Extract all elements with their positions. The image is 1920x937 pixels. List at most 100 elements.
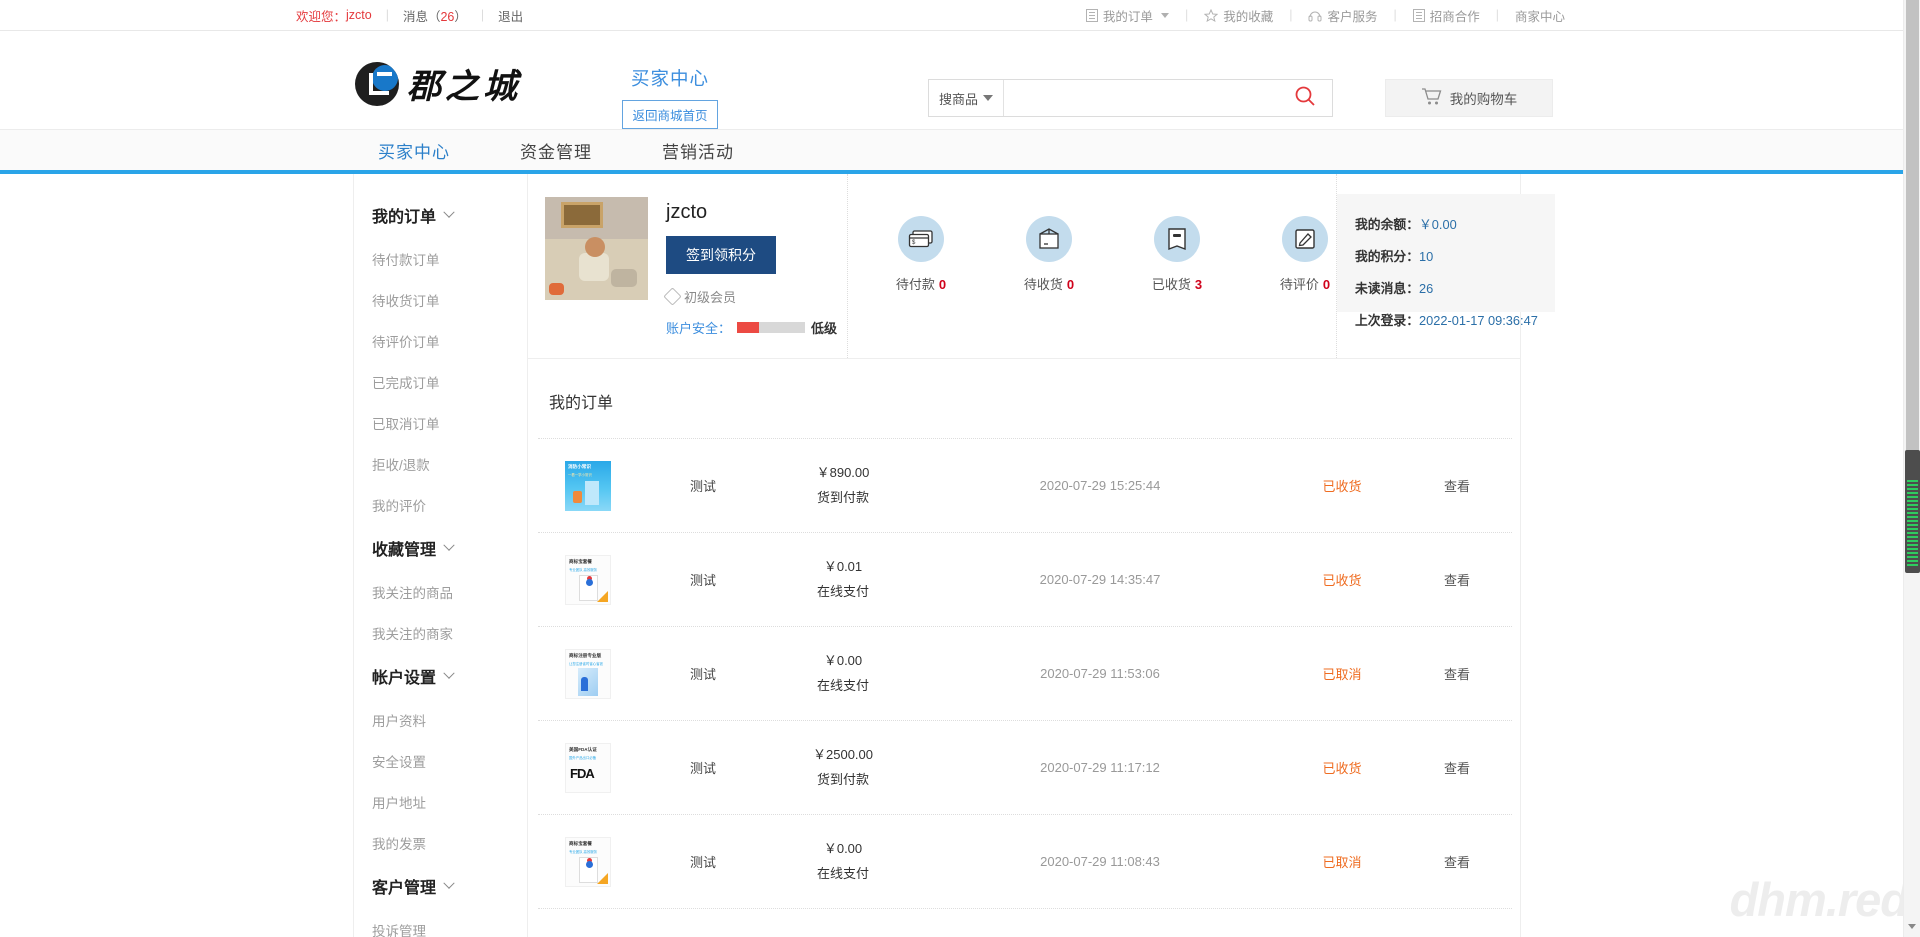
order-view-link[interactable]: 查看	[1402, 476, 1512, 495]
signin-points-button[interactable]: 签到领积分	[666, 236, 776, 274]
site-logo[interactable]: 郡之城	[355, 59, 521, 108]
stat-pending-review[interactable]: 待评价 0	[1274, 216, 1336, 293]
stat-label-wrap: 待评价 0	[1274, 274, 1336, 293]
sidebar-item-followed-merchants[interactable]: 我关注的商家	[354, 612, 527, 653]
sidebar-item-reject-refund[interactable]: 拒收/退款	[354, 443, 527, 484]
username-link[interactable]: jzcto	[346, 8, 372, 22]
topbar-link-my-orders[interactable]: 我的订单	[1085, 6, 1169, 25]
sidebar-group-favorites[interactable]: 收藏管理	[354, 525, 527, 571]
order-product-name: 测试	[689, 761, 716, 776]
product-thumbnail-cell: 商标注册专业版 让您注册省时省心省钱	[538, 648, 638, 699]
stat-received[interactable]: 已收货 3	[1146, 216, 1208, 293]
table-row[interactable]: 商标注册专业版 让您注册省时省心省钱 测试 ￥0.00 在线支付 2020-07…	[538, 627, 1512, 721]
table-row[interactable]: 美国FDA认证 国外产品出口必备 FDA 测试 ￥2500.00 货到付款 20…	[538, 721, 1512, 815]
topbar-link-partnership[interactable]: 招商合作	[1412, 6, 1480, 25]
sidebar-item-pending-review[interactable]: 待评价订单	[354, 320, 527, 361]
order-view-link[interactable]: 查看	[1402, 758, 1512, 777]
account-unread-label: 未读消息：	[1355, 281, 1419, 296]
scrollbar-track[interactable]	[1906, 0, 1919, 520]
sidebar-group-my-orders[interactable]: 我的订单	[354, 192, 527, 238]
sidebar-item-completed-orders[interactable]: 已完成订单	[354, 361, 527, 402]
order-pay-method: 货到付款	[816, 489, 869, 505]
stat-pending-payment[interactable]: $ 待付款 0	[890, 216, 952, 293]
profile-card: jzcto 签到领积分 初级会员 账户安全： 低级	[528, 174, 848, 358]
back-to-mall-button[interactable]: 返回商城首页	[622, 100, 718, 129]
order-view-link[interactable]: 查看	[1402, 570, 1512, 589]
order-status: 已取消	[1322, 855, 1362, 870]
account-lastlogin-value: 2022-01-17 09:36:47	[1418, 313, 1538, 328]
search-input[interactable]	[1004, 80, 1278, 116]
right-spacer	[1521, 174, 1920, 937]
search-category-select[interactable]: 搜商品	[929, 80, 1004, 116]
order-view-link[interactable]: 查看	[1402, 664, 1512, 683]
product-thumbnail: 商标宝套餐 专业团队 高效服务	[565, 836, 611, 887]
profile-username: jzcto	[666, 201, 708, 223]
sidebar-item-user-profile[interactable]: 用户资料	[354, 699, 527, 740]
thumbnail-subtitle: 一看一学小常识	[568, 472, 592, 477]
sidebar-group-label: 客户管理	[372, 880, 437, 897]
stat-label-wrap: 待收货 0	[1018, 274, 1080, 293]
sidebar-group-customer-management[interactable]: 客户管理	[354, 863, 527, 909]
order-view-link[interactable]: 查看	[1402, 852, 1512, 871]
topbar-link-customer-service[interactable]: 客户服务	[1308, 6, 1377, 25]
account-lastlogin-label: 上次登录：	[1355, 313, 1419, 328]
topbar-right-links: 我的订单 | 我的收藏 | 客户服务 | 招商合作 | 商家中心	[1085, 6, 1565, 25]
sidebar-item-user-address[interactable]: 用户地址	[354, 781, 527, 822]
chevron-down-icon	[443, 206, 455, 218]
search-button[interactable]	[1278, 80, 1332, 116]
list-icon	[1085, 8, 1098, 22]
table-row[interactable]: 消防小常识 一看一学小常识 测试 ￥890.00 货到付款 2020-07-29…	[538, 439, 1512, 533]
order-product-name: 测试	[689, 573, 716, 588]
cart-button[interactable]: 我的购物车	[1385, 79, 1553, 117]
sidebar-item-pending-payment[interactable]: 待付款订单	[354, 238, 527, 279]
order-date: 2020-07-29 15:25:44	[1039, 478, 1161, 493]
scrollbar-thumb[interactable]	[1905, 450, 1920, 573]
thumbnail-subtitle: 国外产品出口必备	[569, 755, 597, 760]
chevron-down-icon	[443, 539, 455, 551]
search-category-label: 搜商品	[938, 91, 978, 107]
order-product-name: 测试	[689, 667, 716, 682]
list-icon	[1412, 8, 1425, 22]
nav-tab-buyer-center[interactable]: 买家中心	[378, 138, 450, 163]
thumbnail-title: 消防小常识	[568, 463, 591, 469]
header: 郡之城 买家中心 返回商城首页 搜商品 我的购物车	[0, 31, 1920, 129]
avatar[interactable]	[545, 197, 648, 300]
scroll-down-arrow-icon[interactable]	[1908, 924, 1916, 929]
page-scrollbar[interactable]	[1903, 0, 1920, 937]
stat-pending-receipt[interactable]: 待收货 0	[1018, 216, 1080, 293]
table-row[interactable]: 商标宝套餐 专业团队 高效服务 测试 ￥0.01 在线支付 2020-07-29…	[538, 533, 1512, 627]
nav-tab-fund-management[interactable]: 资金管理	[520, 138, 592, 163]
product-thumbnail: 消防小常识 一看一学小常识	[565, 460, 611, 511]
sidebar-group-label: 我的订单	[372, 209, 437, 226]
account-points-value: 10	[1418, 249, 1434, 264]
security-level-value: 低级	[811, 321, 838, 336]
sidebar-item-followed-products[interactable]: 我关注的商品	[354, 571, 527, 612]
topbar-link-label: 客户服务	[1327, 9, 1378, 24]
sidebar-item-complaint-management[interactable]: 投诉管理	[354, 909, 527, 937]
order-status: 已收货	[1322, 573, 1362, 588]
divider: |	[1495, 8, 1499, 22]
sidebar-group-account-settings[interactable]: 帐户设置	[354, 653, 527, 699]
received-bag-icon	[1154, 216, 1200, 262]
topbar-link-merchant-center[interactable]: 商家中心	[1515, 6, 1565, 25]
order-price-cell: ￥890.00 货到付款	[768, 461, 918, 509]
nav-tab-marketing[interactable]: 营销活动	[662, 138, 734, 163]
messages-link[interactable]: 消息（26）	[403, 6, 467, 25]
sidebar-item-pending-receipt[interactable]: 待收货订单	[354, 279, 527, 320]
order-price-cell: ￥0.00 在线支付	[768, 837, 918, 885]
divider: |	[1289, 8, 1293, 22]
table-row[interactable]: 商标宝套餐 专业团队 高效服务 测试 ￥0.00 在线支付 2020-07-29…	[538, 815, 1512, 909]
thumbnail-title: 商标注册专业版	[569, 652, 602, 658]
sidebar-item-cancelled-orders[interactable]: 已取消订单	[354, 402, 527, 443]
sidebar-item-security-settings[interactable]: 安全设置	[354, 740, 527, 781]
sidebar-item-my-invoices[interactable]: 我的发票	[354, 822, 527, 863]
topbar-link-favorites[interactable]: 我的收藏	[1204, 6, 1273, 25]
edit-pencil-icon	[1282, 216, 1328, 262]
order-date: 2020-07-29 11:53:06	[1040, 666, 1160, 681]
buyer-center-title: 买家中心	[630, 68, 709, 89]
logout-link[interactable]: 退出	[498, 6, 523, 25]
order-price-cell: ￥0.00 在线支付	[768, 649, 918, 697]
profile-summary-row: jzcto 签到领积分 初级会员 账户安全： 低级 $ 待付款 0 待收货 0 …	[528, 174, 1555, 359]
sidebar-item-my-reviews[interactable]: 我的评价	[354, 484, 527, 525]
divider: |	[385, 8, 389, 22]
